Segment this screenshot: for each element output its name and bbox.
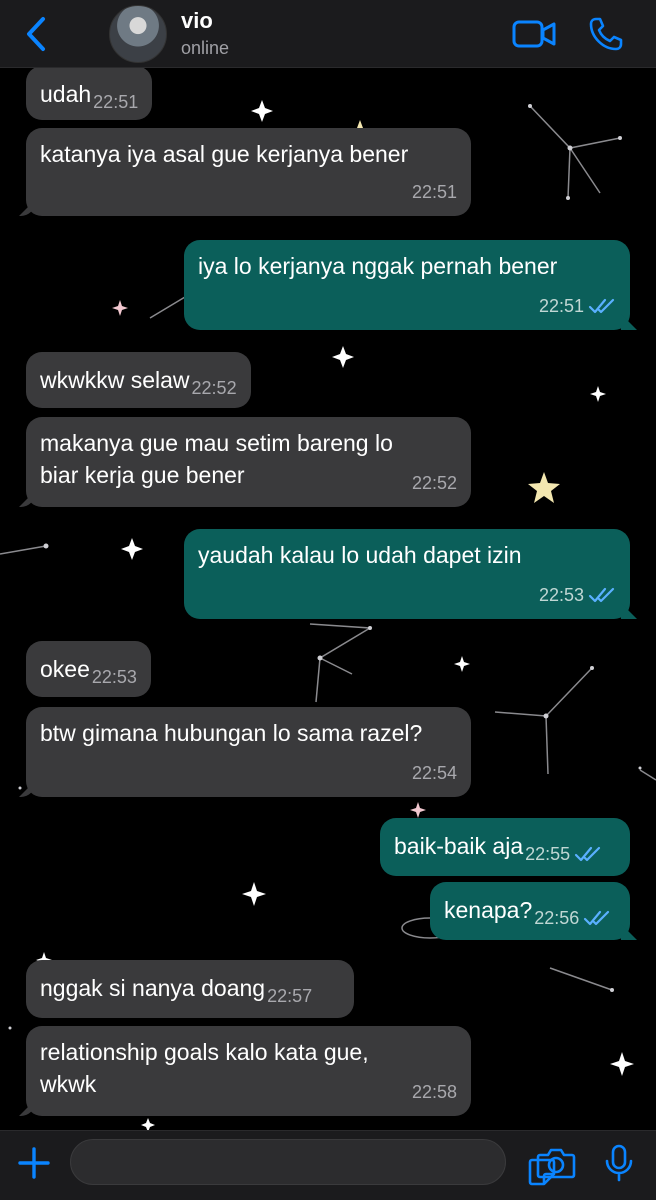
message-time: 22:56 (534, 908, 611, 928)
message-time: 22:55 (525, 844, 602, 864)
phone-icon (589, 17, 623, 51)
double-check-icon (588, 298, 615, 314)
back-button[interactable] (18, 12, 54, 56)
message-text: iya lo kerjanya nggak pernah bener (198, 253, 558, 279)
message-bubble-incoming[interactable]: katanya iya asal gue kerjanya bener 22:5… (26, 128, 471, 216)
message-bubble-incoming[interactable]: okee 22:53 (26, 641, 151, 697)
message-time: 22:57 (267, 986, 313, 1006)
message-input[interactable] (70, 1139, 556, 1186)
double-check-icon (588, 587, 615, 603)
message-text: okee (40, 656, 90, 682)
message-time: 22:54 (411, 763, 457, 783)
message-text: wkwkkw selaw (40, 367, 190, 393)
double-check-icon (584, 910, 610, 926)
message-text: baik-baik aja (394, 833, 524, 859)
voice-call-button[interactable] (584, 14, 628, 54)
message-bubble-outgoing[interactable]: yaudah kalau lo udah dapet izin 22:53 (184, 529, 630, 619)
message-bubble-incoming[interactable]: btw gimana hubungan lo sama razel? 22:54 (26, 707, 471, 797)
compose-bar (0, 1130, 656, 1200)
microphone-icon[interactable] (602, 1143, 636, 1183)
message-bubble-incoming[interactable]: relationship goals kalo kata gue, wkwk 2… (26, 1026, 471, 1116)
message-bubble-outgoing[interactable]: kenapa? 22:56 (430, 882, 630, 940)
message-text: makanya gue mau setim bareng lo biar ker… (40, 430, 393, 488)
message-text: btw gimana hubungan lo sama razel? (40, 720, 423, 746)
contact-name[interactable]: vio (181, 8, 213, 34)
attach-button[interactable] (14, 1143, 54, 1183)
message-text: relationship goals kalo kata gue, wkwk (40, 1039, 369, 1097)
message-time: 22:51 (539, 290, 616, 322)
message-time: 22:53 (91, 667, 137, 687)
double-check-icon (575, 846, 601, 862)
message-time: 22:58 (411, 1082, 457, 1102)
message-bubble-incoming[interactable]: nggak si nanya doang 22:57 (26, 960, 354, 1018)
message-time: 22:52 (411, 473, 457, 493)
message-text: udah (40, 81, 92, 107)
message-text: nggak si nanya doang (40, 975, 266, 1001)
message-list[interactable]: udah 22:51 katanya iya asal gue kerjanya … (0, 68, 656, 1130)
chevron-left-icon (27, 17, 45, 51)
message-bubble-incoming[interactable]: wkwkkw selaw 22:52 (26, 352, 251, 408)
contact-status: online (181, 38, 230, 58)
message-time: 22:53 (539, 579, 616, 611)
message-time: 22:52 (191, 378, 237, 398)
message-text: yaudah kalau lo udah dapet izin (198, 542, 522, 568)
message-time: 22:51 (93, 92, 139, 112)
video-camera-icon (512, 20, 556, 48)
message-bubble-incoming[interactable]: makanya gue mau setim bareng lo biar ker… (26, 417, 471, 507)
message-text: kenapa? (444, 897, 533, 923)
video-call-button[interactable] (510, 14, 558, 54)
message-time: 22:51 (411, 182, 457, 202)
avatar[interactable] (109, 5, 167, 63)
chat-header: vio online (0, 0, 656, 68)
message-text: katanya iya asal gue kerjanya bener (40, 141, 409, 167)
message-bubble-incoming[interactable]: udah 22:51 (26, 68, 153, 120)
message-bubble-outgoing[interactable]: baik-baik aja 22:55 (380, 818, 630, 876)
camera-icon[interactable] (536, 1145, 576, 1181)
plus-icon (18, 1147, 50, 1179)
message-bubble-outgoing[interactable]: iya lo kerjanya nggak pernah bener 22:51 (184, 240, 630, 330)
